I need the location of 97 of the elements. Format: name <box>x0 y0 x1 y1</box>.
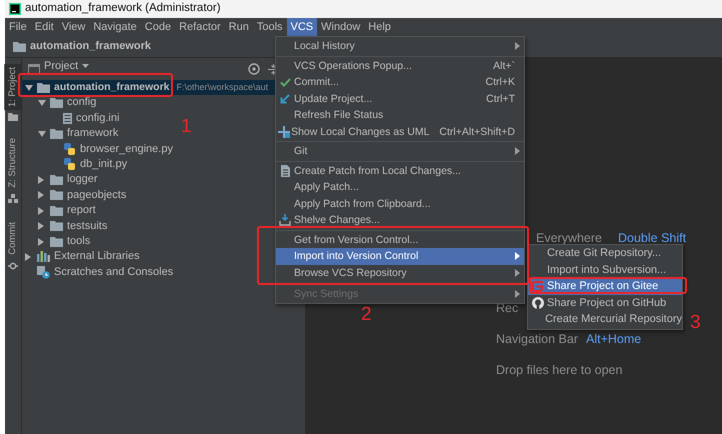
tree-item[interactable]: automation_framework <box>54 80 170 96</box>
breadcrumb-item[interactable]: automation_framework <box>30 38 152 55</box>
tool-window-tab[interactable]: Commit <box>4 218 22 258</box>
collapsed-arrow-icon[interactable] <box>38 191 44 200</box>
annotation-number: 3 <box>690 313 701 333</box>
shortcut-text: Double Shift <box>618 232 686 245</box>
panel-icon <box>28 64 40 74</box>
expanded-arrow-icon[interactable] <box>38 130 46 137</box>
locate-icon[interactable] <box>248 63 260 75</box>
menu-item[interactable]: Apply Patch from Clipboard... <box>276 196 524 212</box>
menu-item[interactable]: Apply Patch... <box>276 179 524 196</box>
expanded-arrow-icon[interactable] <box>25 84 33 91</box>
check-icon <box>280 78 290 87</box>
python-file-icon <box>63 158 76 172</box>
menu-item[interactable]: Get from Version Control... <box>276 232 524 248</box>
hint-text: Everywhere <box>536 232 602 245</box>
menu-item[interactable]: VCS <box>286 18 318 36</box>
python-file-icon <box>63 142 76 156</box>
tree-item[interactable]: testsuits <box>67 218 108 234</box>
scratches-icon <box>37 266 50 279</box>
folder-icon <box>50 236 63 247</box>
menu-item[interactable]: Code <box>140 18 176 36</box>
submenu-arrow-icon <box>515 290 520 298</box>
tree-item[interactable]: browser_engine.py <box>80 142 173 157</box>
menu-item[interactable]: File <box>5 18 31 36</box>
menu-item[interactable]: Refactor <box>175 18 225 36</box>
gitee-logo-icon <box>531 280 544 292</box>
menu-item[interactable]: Create Git Repository... <box>528 245 682 262</box>
menu-item[interactable]: VCS Operations Popup... Alt+` <box>276 58 524 74</box>
menu-item[interactable]: Create Mercurial Repository <box>528 311 682 328</box>
commit-icon <box>8 260 18 270</box>
menu-item[interactable]: Refresh File Status <box>276 107 524 124</box>
menu-item[interactable]: Edit <box>30 18 58 36</box>
menu-item[interactable]: Local History <box>276 38 524 54</box>
collapsed-arrow-icon[interactable] <box>25 252 31 261</box>
menu-item[interactable]: Help <box>364 18 395 36</box>
view-dropdown[interactable]: Project <box>44 58 90 74</box>
collapsed-arrow-icon[interactable] <box>38 176 44 184</box>
tree-item[interactable]: db_init.py <box>80 156 128 172</box>
update-arrow-icon <box>280 94 290 104</box>
folder-icon <box>13 42 26 52</box>
tree-item[interactable]: config <box>67 95 96 111</box>
tool-window-tab[interactable]: Z: Structure <box>4 135 22 191</box>
annotation-number: 2 <box>361 305 372 325</box>
menu-item[interactable]: Create Patch from Local Changes... <box>276 162 524 179</box>
folder-icon <box>50 221 63 232</box>
menu-item[interactable]: Commit... Ctrl+K <box>276 74 524 90</box>
collapsed-arrow-icon[interactable] <box>38 238 44 246</box>
collapsed-arrow-icon[interactable] <box>38 222 44 230</box>
menu-item[interactable]: Shelve Changes... <box>276 212 524 228</box>
shortcut-text: Alt+Home <box>586 333 642 348</box>
folder-icon <box>50 206 63 216</box>
submenu-arrow-icon <box>515 147 520 156</box>
menu-item[interactable]: Show Local Changes as UML Ctrl+Alt+Shift+D <box>276 124 524 140</box>
collapsed-arrow-icon[interactable] <box>38 206 44 215</box>
menu-item[interactable]: Share Project on GitHub <box>528 294 682 311</box>
patch-file-icon <box>280 164 290 177</box>
dropdown-caret-icon <box>82 64 90 68</box>
menu-item[interactable]: Window <box>317 18 364 36</box>
menu-item[interactable]: Import into Subversion... <box>528 262 682 278</box>
github-logo-icon <box>532 296 544 309</box>
menu-item[interactable]: Run <box>224 18 253 36</box>
tree-item[interactable]: Scratches and Consoles <box>54 264 174 280</box>
menu-item[interactable]: Update Project... Ctrl+T <box>276 90 524 107</box>
menu-item[interactable]: Navigate <box>89 18 141 36</box>
structure-icon <box>8 194 18 203</box>
submenu-arrow-icon <box>515 42 520 50</box>
menu-item[interactable]: Import into Version Control <box>276 248 524 264</box>
tree-item[interactable]: framework <box>67 126 118 142</box>
tree-item[interactable]: pageobjects <box>67 188 126 204</box>
window-title: automation_framework (Administrator) <box>25 1 221 16</box>
tree-item[interactable]: config.ini <box>76 110 120 126</box>
tree-item[interactable]: logger <box>67 172 98 188</box>
folder-icon <box>8 113 18 122</box>
folder-path: F:\other\workspace\aut <box>176 81 268 94</box>
folder-icon <box>50 190 63 200</box>
tree-item[interactable]: tools <box>67 234 90 250</box>
app-icon <box>9 3 21 15</box>
menu-item[interactable]: Tools <box>252 18 287 36</box>
tree-item[interactable]: report <box>67 203 96 219</box>
folder-icon <box>50 175 63 186</box>
folder-icon <box>37 82 50 93</box>
menu-item[interactable]: Browse VCS Repository <box>276 264 524 281</box>
tool-window-tab[interactable]: 1: Project <box>4 64 22 110</box>
menu-item[interactable]: Git <box>276 143 524 160</box>
shelve-icon <box>279 214 291 226</box>
library-icon <box>37 251 50 262</box>
diagram-icon <box>278 126 290 138</box>
hint-text: Drop files here to open <box>496 364 622 379</box>
menu-item[interactable]: View <box>58 18 90 36</box>
settings-file-icon <box>63 112 72 124</box>
hint-text: Navigation Bar <box>496 333 578 348</box>
folder-icon <box>50 98 63 108</box>
annotation-number: 1 <box>181 117 192 137</box>
tree-item[interactable]: External Libraries <box>54 249 140 265</box>
expanded-arrow-icon[interactable] <box>38 100 46 106</box>
folder-icon <box>50 128 63 139</box>
